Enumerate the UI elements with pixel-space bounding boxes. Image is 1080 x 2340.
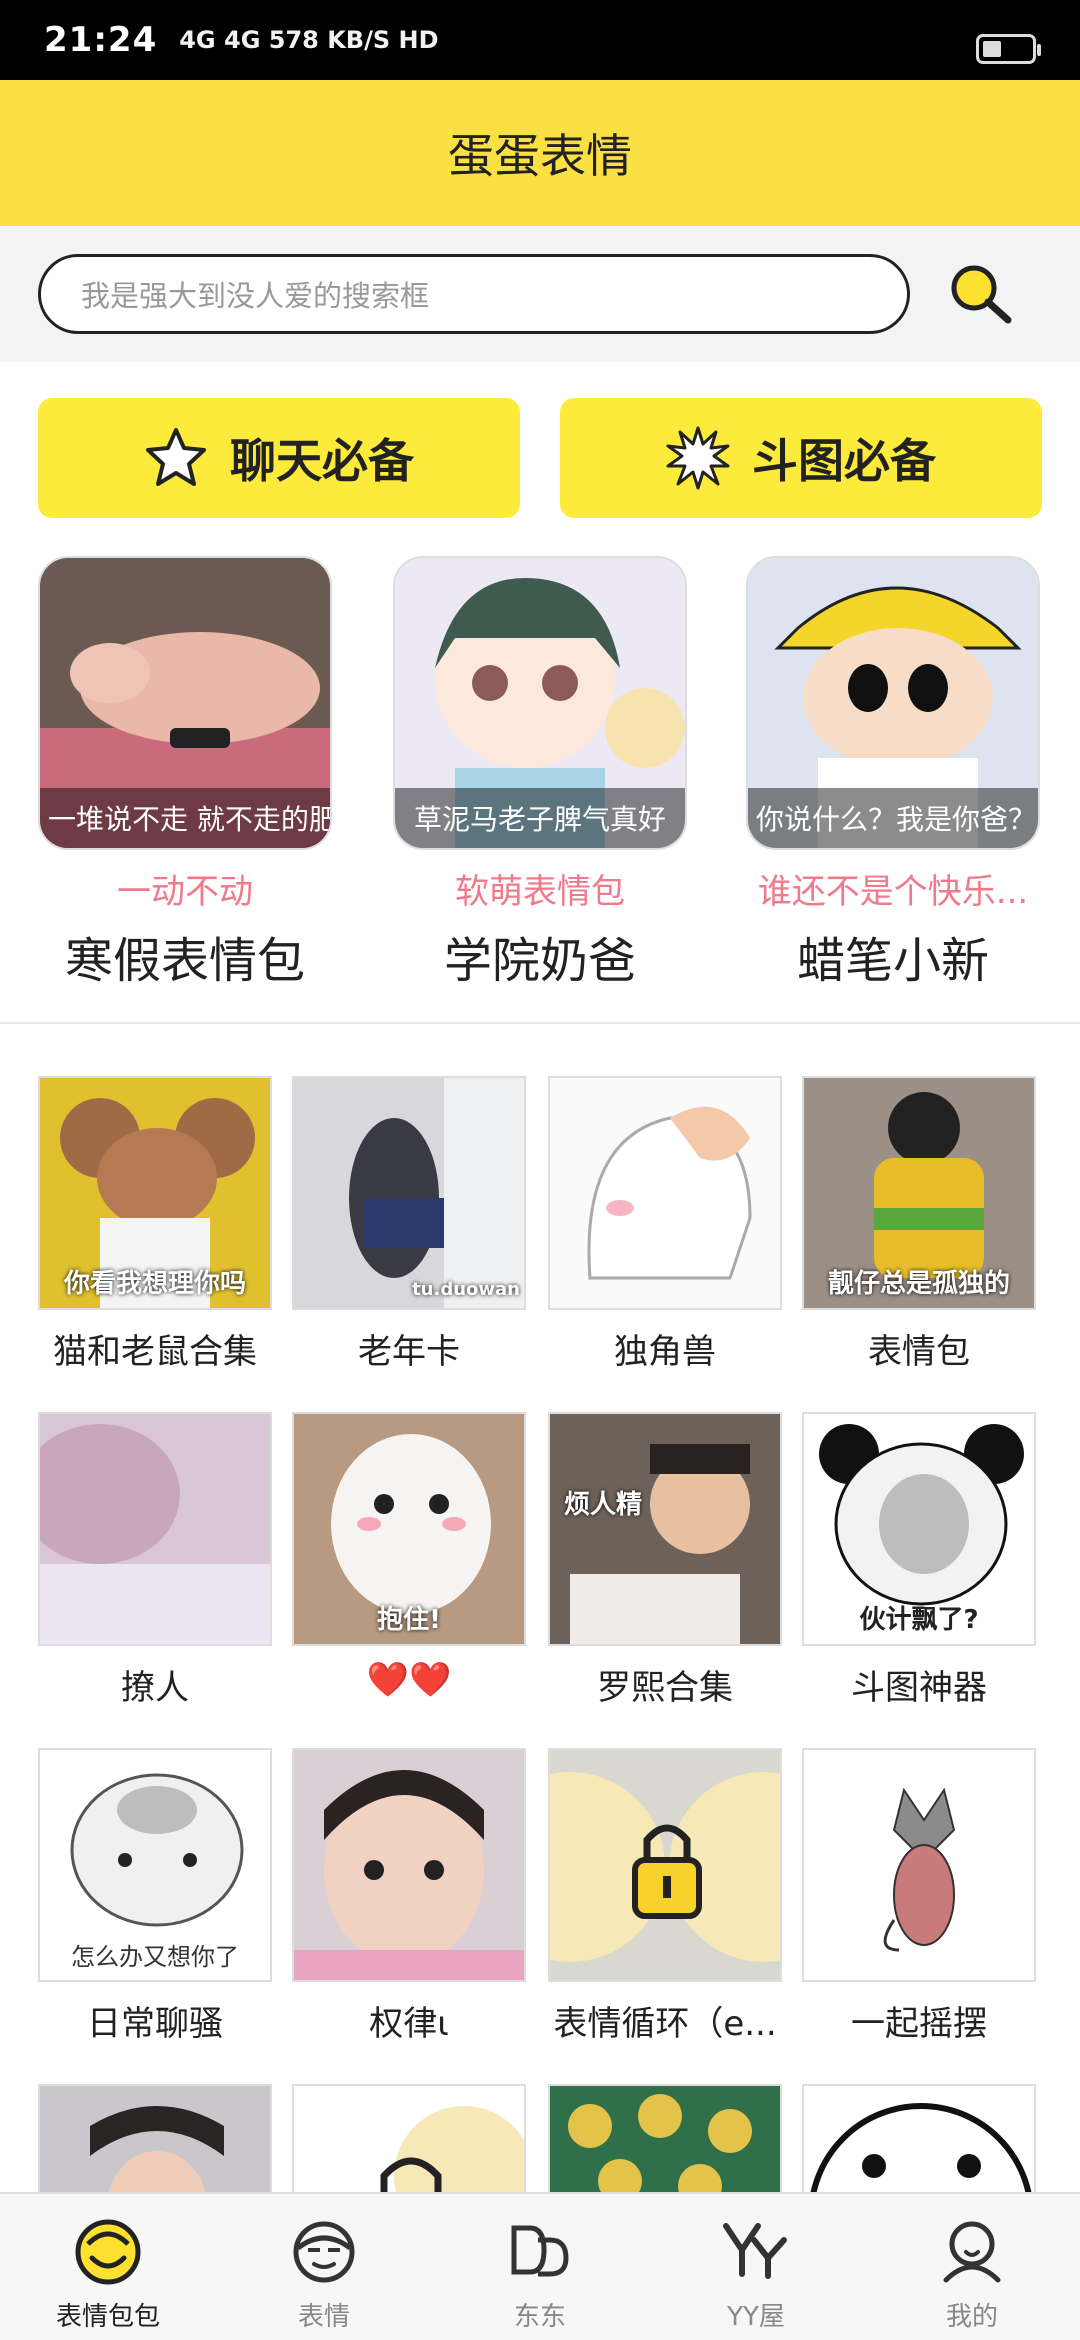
sticker-pack-item[interactable]: 靓仔总是孤独的 表情包 — [802, 1076, 1036, 1373]
burst-icon — [666, 426, 730, 490]
sticker-caption: 烦人精 — [564, 1490, 643, 1520]
featured-card[interactable]: 一堆说不走 就不走的肥肉 一动不动 寒假表情包 — [38, 556, 332, 991]
app-bar: 蛋蛋表情 — [0, 80, 1080, 226]
tab-profile[interactable]: 我的 — [864, 2194, 1080, 2340]
sticker-thumbnail: 抱住! — [292, 1412, 526, 1646]
chat-essentials-label: 聊天必备 — [230, 434, 414, 488]
meme-battle-label: 斗图必备 — [752, 434, 936, 488]
sticker-pack-label: 撩人 — [121, 1668, 189, 1708]
sticker-pack-item[interactable]: 权律ι — [292, 1748, 526, 2045]
sticker-pack-label: 日常聊骚 — [87, 2004, 223, 2044]
sticker-pack-label: 独角兽 — [614, 1332, 716, 1372]
sticker-caption: 怎么办又想你了 — [71, 1943, 239, 1971]
sticker-pack-item[interactable]: 怎么办又想你了 日常聊骚 — [38, 1748, 272, 2045]
sticker-pack-item[interactable]: 独角兽 — [548, 1076, 782, 1373]
sticker-thumbnail: 怎么办又想你了 — [38, 1748, 272, 1982]
dd-tab-icon — [511, 2225, 569, 2277]
meme-battle-button[interactable]: 斗图必备 — [560, 398, 1042, 518]
featured-subtitle: 谁还不是个快乐... — [757, 872, 1029, 912]
bottom-nav: 表情包包 表情 东东 YY屋 我的 — [0, 2192, 1080, 2340]
profile-tab-icon — [943, 2221, 1001, 2283]
sticker-thumbnail: 伙计飘了? — [802, 1412, 1036, 1646]
sticker-pack-label: 罗熙合集 — [597, 1668, 733, 1708]
sticker-pack-label: 表情循环（e... — [553, 2004, 777, 2044]
sticker-pack-item[interactable]: 表情循环（e... — [548, 1748, 782, 2045]
sticker-thumbnail — [38, 1412, 272, 1646]
sticker-pack-item[interactable]: 撩人 — [38, 1412, 272, 1709]
battery-icon — [976, 34, 1041, 64]
sticker-caption: 你看我想理你吗 — [63, 1269, 246, 1299]
sticker-pack-item[interactable]: tu.duowan 老年卡 — [292, 1076, 526, 1373]
search-icon[interactable] — [948, 262, 1014, 328]
sticker-caption: tu.duowan — [412, 1279, 520, 1300]
sticker-pack-label: 老年卡 — [358, 1332, 460, 1372]
star-icon — [146, 428, 206, 486]
featured-name: 寒假表情包 — [64, 933, 305, 989]
tab-label: 东东 — [513, 2302, 566, 2332]
sticker-thumbnail: 你看我想理你吗 — [38, 1076, 272, 1310]
sticker-caption: 靓仔总是孤独的 — [827, 1269, 1010, 1299]
sticker-thumbnail: 靓仔总是孤独的 — [802, 1076, 1036, 1310]
photo-image — [294, 1078, 524, 1308]
status-network: 4G 4G 578 KB/S HD — [179, 26, 439, 54]
featured-caption: 草泥马老子脾气真好 — [395, 788, 685, 848]
featured-thumbnail: 一堆说不走 就不走的肥肉 — [38, 556, 332, 850]
sticker-thumbnail — [548, 1076, 782, 1310]
sticker-thumbnail: 烦人精 — [548, 1412, 782, 1646]
cartoon-fox-image — [804, 1750, 1034, 1980]
face-tab-icon — [293, 2221, 355, 2283]
sticker-thumbnail — [548, 1748, 782, 1982]
sticker-pack-label: 斗图神器 — [851, 1668, 987, 1708]
child-photo-image — [550, 1414, 780, 1644]
emoji-loop-image — [550, 1750, 780, 1980]
featured-caption: 一堆说不走 就不走的肥肉 — [40, 788, 330, 848]
tab-yy-house[interactable]: YY屋 — [648, 2194, 864, 2340]
tab-label: 我的 — [945, 2302, 998, 2332]
featured-name: 蜡笔小新 — [796, 933, 989, 989]
sticker-thumbnail: tu.duowan — [292, 1076, 526, 1310]
featured-card[interactable]: 草泥马老子脾气真好 软萌表情包 学院奶爸 — [393, 556, 687, 991]
sticker-pack-label: 一起摇摆 — [851, 2004, 987, 2044]
sticker-caption: 伙计飘了? — [859, 1605, 979, 1635]
child-photo-image — [294, 1750, 524, 1980]
sticker-pack-label: 猫和老鼠合集 — [53, 1332, 257, 1372]
tab-emoticon-packs[interactable]: 表情包包 — [0, 2194, 216, 2340]
sticker-caption: 抱住! — [377, 1605, 441, 1635]
tab-label: YY屋 — [727, 2302, 785, 2332]
featured-card[interactable]: 你说什么？我是你爸？ 谁还不是个快乐... 蜡笔小新 — [746, 556, 1040, 991]
featured-subtitle: 一动不动 — [117, 872, 253, 912]
sticker-pack-item[interactable]: 一起摇摆 — [802, 1748, 1036, 2045]
sticker-pack-label: 权律ι — [369, 2004, 449, 2044]
smiley-tab-icon — [75, 2219, 141, 2285]
page-title: 蛋蛋表情 — [448, 129, 632, 183]
yy-tab-icon — [723, 2223, 787, 2279]
tab-label: 表情包包 — [55, 2302, 160, 2332]
search-area: 我是强大到没人爱的搜索框 — [0, 226, 1080, 362]
search-input[interactable]: 我是强大到没人爱的搜索框 — [38, 254, 910, 334]
sticker-pack-label: ❤️❤️ — [366, 1660, 452, 1700]
sticker-thumbnail — [292, 1748, 526, 1982]
tab-dongdong[interactable]: 东东 — [432, 2194, 648, 2340]
sticker-pack-label: 表情包 — [868, 1332, 970, 1372]
sticker-pack-item[interactable]: 抱住! ❤️❤️ — [292, 1412, 526, 1700]
featured-thumbnail: 你说什么？我是你爸？ — [746, 556, 1040, 850]
unicorn-image — [550, 1078, 780, 1308]
featured-subtitle: 软萌表情包 — [455, 872, 625, 912]
sticker-thumbnail — [802, 1748, 1036, 1982]
status-bar: 21:24 4G 4G 578 KB/S HD — [0, 0, 1080, 80]
section-divider — [0, 1022, 1080, 1024]
featured-caption: 你说什么？我是你爸？ — [748, 788, 1038, 848]
featured-name: 学院奶爸 — [443, 933, 636, 989]
search-placeholder: 我是强大到没人爱的搜索框 — [81, 279, 430, 313]
chat-essentials-button[interactable]: 聊天必备 — [38, 398, 520, 518]
sticker-pack-item[interactable]: 你看我想理你吗 猫和老鼠合集 — [38, 1076, 272, 1373]
photo-image — [40, 1414, 270, 1644]
tab-expressions[interactable]: 表情 — [216, 2194, 432, 2340]
tab-label: 表情 — [297, 2302, 350, 2332]
featured-thumbnail: 草泥马老子脾气真好 — [393, 556, 687, 850]
sticker-pack-item[interactable]: 伙计飘了? 斗图神器 — [802, 1412, 1036, 1709]
status-time: 21:24 — [44, 20, 158, 60]
sticker-pack-item[interactable]: 烦人精 罗熙合集 — [548, 1412, 782, 1709]
